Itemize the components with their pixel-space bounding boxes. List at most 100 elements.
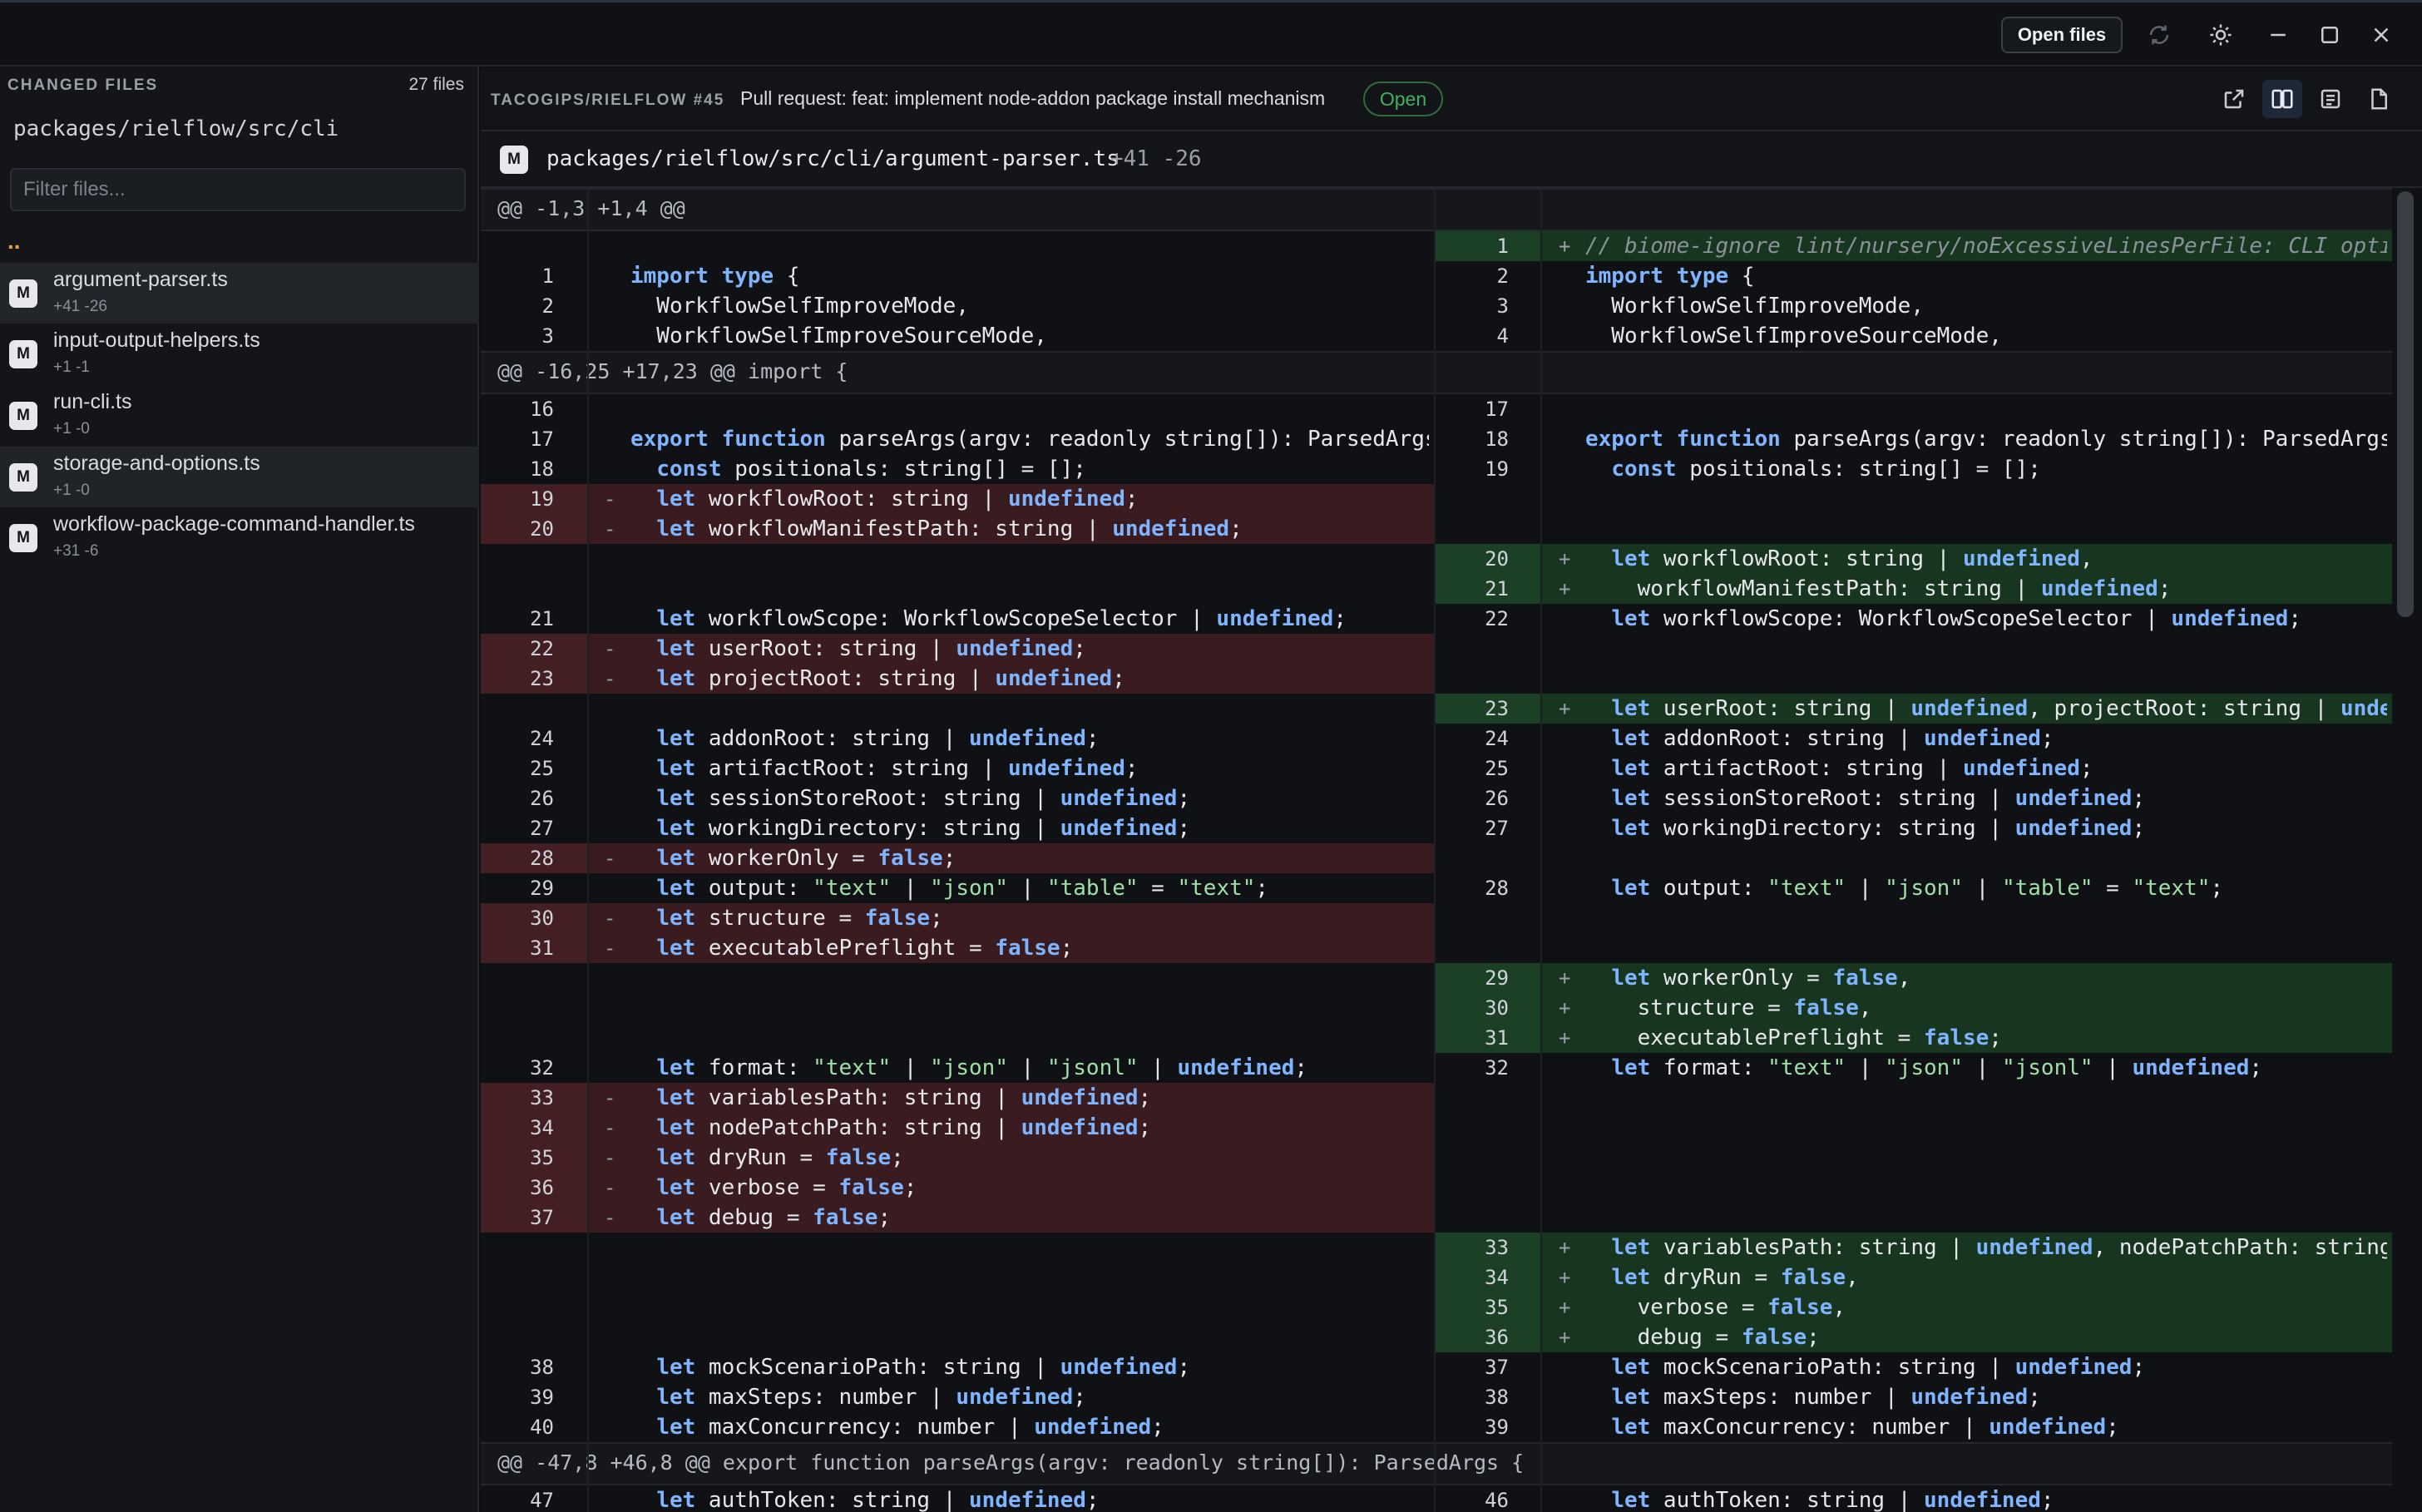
deletion-marker: -: [604, 847, 616, 870]
addition-marker: +: [1559, 996, 1571, 1020]
refresh-icon[interactable]: [2139, 15, 2179, 55]
theme-toggle-icon[interactable]: [2201, 15, 2241, 55]
hunk-header-text: @@ -47,8 +46,8 @@ export function parseA…: [497, 1450, 1525, 1475]
old-line: [481, 1262, 1434, 1292]
code-line: let nodePatchPath: string | undefined;: [656, 1115, 1152, 1140]
left-gutter-divider: [587, 188, 589, 1512]
code-line: const positionals: string[] = [];: [656, 457, 1086, 482]
hunk-header[interactable]: @@ -1,3 +1,4 @@: [481, 188, 2392, 231]
new-line: 33 + let variablesPath: string | undefine…: [1436, 1233, 2392, 1262]
close-icon[interactable]: [2361, 15, 2401, 55]
old-line: [481, 993, 1434, 1023]
line-number: 26: [1485, 787, 1509, 810]
file-item-run-cli[interactable]: M run-cli.ts +1 -0: [0, 385, 479, 446]
maximize-icon[interactable]: [2310, 15, 2350, 55]
diff-row: 16 17: [481, 394, 2392, 424]
file-item-input-output-helpers[interactable]: M input-output-helpers.ts +1 -1: [0, 324, 479, 384]
hunk-header-text: @@ -1,3 +1,4 @@: [497, 196, 685, 220]
diff-row: 25 let artifactRoot: string | undefined;…: [481, 754, 2392, 783]
new-line: 20 + let workflowRoot: string | undefined…: [1436, 544, 2392, 574]
minimize-icon[interactable]: [2258, 15, 2298, 55]
diff-row: 36 - let verbose = false;: [481, 1173, 2392, 1203]
diff-row: 18 const positionals: string[] = []; 19 c…: [481, 454, 2392, 484]
old-line: 17 export function parseArgs(argv: readon…: [481, 424, 1434, 454]
new-line: [1436, 1083, 2392, 1113]
old-line: 1 import type {: [481, 261, 1434, 291]
file-item-argument-parser[interactable]: M argument-parser.ts +41 -26: [0, 263, 479, 324]
code-line: executablePreflight = false;: [1585, 1025, 2002, 1050]
addition-marker: +: [1559, 235, 1571, 258]
new-line: [1436, 1113, 2392, 1143]
deletion-marker: -: [604, 1146, 616, 1169]
diff-row: 21 let workflowScope: WorkflowScopeSelec…: [481, 604, 2392, 634]
code-line: let workflowRoot: string | undefined;: [656, 487, 1139, 511]
new-line: 27 let workingDirectory: string | undefi…: [1436, 813, 2392, 843]
diff-row: 23 - let projectRoot: string | undefined;: [481, 664, 2392, 694]
open-files-button[interactable]: Open files: [2001, 17, 2123, 53]
old-line: 25 let artifactRoot: string | undefined;: [481, 754, 1434, 783]
diff-row: 47 let authToken: string | undefined; 46 …: [481, 1485, 2392, 1512]
new-line: 23 + let userRoot: string | undefined, pr…: [1436, 694, 2392, 724]
diff-row: 23 + let userRoot: string | undefined, pr…: [481, 694, 2392, 724]
file-item-workflow-package-command-handler[interactable]: M workflow-package-command-handler.ts +3…: [0, 507, 479, 568]
hunk-header-text: @@ -16,25 +17,23 @@ import {: [497, 359, 848, 383]
old-line: 34 - let nodePatchPath: string | undefine…: [481, 1113, 1434, 1143]
filter-files-input[interactable]: [10, 168, 466, 211]
modified-badge: M: [9, 463, 37, 492]
code-line: let output: "text" | "json" | "table" = …: [1611, 876, 2224, 901]
file-item-storage-and-options[interactable]: M storage-and-options.ts +1 -0: [0, 447, 479, 507]
unified-view-icon[interactable]: [2311, 80, 2350, 118]
deletion-marker: -: [604, 517, 616, 541]
new-line: 36 + debug = false;: [1436, 1322, 2392, 1352]
file-stat: +41 -26: [53, 298, 107, 315]
new-line: 21 + workflowManifestPath: string | undef…: [1436, 574, 2392, 604]
diff-row: 26 let sessionStoreRoot: string | undefi…: [481, 783, 2392, 813]
code-line: let workingDirectory: string | undefined…: [1611, 816, 2146, 841]
addition-marker: +: [1559, 697, 1571, 720]
new-line: 22 let workflowScope: WorkflowScopeSelec…: [1436, 604, 2392, 634]
new-line: 18 export function parseArgs(argv: readon…: [1436, 424, 2392, 454]
line-number: 3: [1496, 294, 1509, 318]
line-number: 23: [530, 667, 554, 690]
file-stat: +1 -0: [53, 420, 90, 437]
file-stat: +1 -0: [53, 482, 90, 499]
old-line: 36 - let verbose = false;: [481, 1173, 1434, 1203]
new-line: 46 let authToken: string | undefined;: [1436, 1485, 2392, 1512]
diff-row: 33 - let variablesPath: string | undefine…: [481, 1083, 2392, 1113]
split-view-icon[interactable]: [2262, 80, 2302, 118]
code-line: let workflowScope: WorkflowScopeSelector…: [656, 606, 1347, 631]
line-number: 30: [1485, 996, 1509, 1020]
new-line: 3 WorkflowSelfImproveMode,: [1436, 291, 2392, 321]
hunk-header[interactable]: @@ -47,8 +46,8 @@ export function parseA…: [481, 1442, 2392, 1485]
file-name: storage-and-options.ts: [53, 452, 260, 475]
code-line: let authToken: string | undefined;: [656, 1488, 1100, 1512]
parent-directory-link[interactable]: ..: [7, 228, 21, 254]
code-line: // biome-ignore lint/nursery/noExcessive…: [1585, 234, 2387, 259]
code-line: structure = false,: [1585, 996, 1872, 1020]
new-line: 34 + let dryRun = false,: [1436, 1262, 2392, 1292]
old-line: [481, 1322, 1434, 1352]
line-number: 18: [1485, 427, 1509, 451]
line-number: 24: [530, 727, 554, 750]
old-line: 47 let authToken: string | undefined;: [481, 1485, 1434, 1512]
diff-row: 39 let maxSteps: number | undefined; 38 l…: [481, 1382, 2392, 1412]
new-line: 28 let output: "text" | "json" | "table"…: [1436, 873, 2392, 903]
code-line: export function parseArgs(argv: readonly…: [1585, 427, 2387, 452]
code-line: let workflowRoot: string | undefined,: [1611, 546, 2093, 571]
external-link-icon[interactable]: [2214, 80, 2254, 118]
hunk-header[interactable]: @@ -16,25 +17,23 @@ import {: [481, 351, 2392, 394]
line-number: 23: [1485, 697, 1509, 720]
new-line: 31 + executablePreflight = false;: [1436, 1023, 2392, 1053]
new-line: 1 + // biome-ignore lint/nursery/noExcessi…: [1436, 231, 2392, 261]
code-line: const positionals: string[] = [];: [1611, 457, 2041, 482]
code-line: import type {: [1585, 264, 1755, 289]
line-number: 24: [1485, 727, 1509, 750]
scrollbar-thumb[interactable]: [2397, 191, 2414, 617]
new-line: 32 let format: "text" | "json" | "jsonl"…: [1436, 1053, 2392, 1083]
new-line: [1436, 843, 2392, 873]
diff-row: 38 let mockScenarioPath: string | undefi…: [481, 1352, 2392, 1382]
new-line: 4 WorkflowSelfImproveSourceMode,: [1436, 321, 2392, 351]
diff-row: 29 + let workerOnly = false,: [481, 963, 2392, 993]
line-number: 17: [1485, 398, 1509, 421]
file-view-icon[interactable]: [2359, 80, 2399, 118]
